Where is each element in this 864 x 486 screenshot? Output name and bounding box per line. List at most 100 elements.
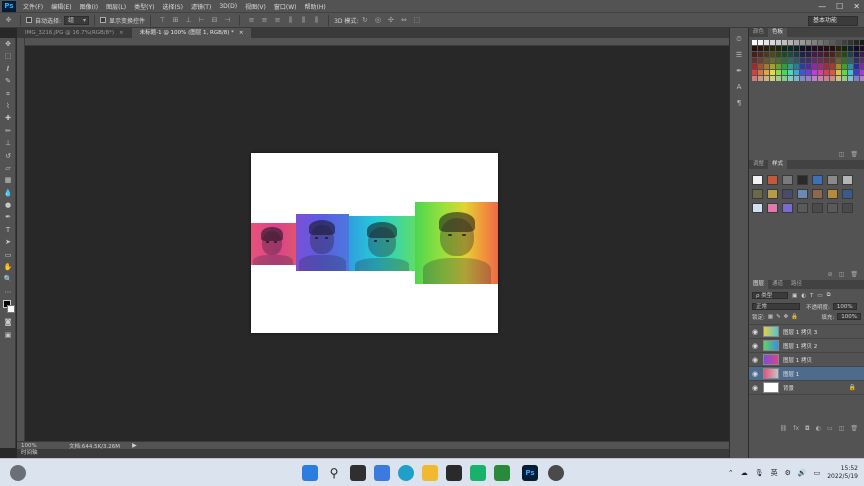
layer-row[interactable]: ◉ 图层 1 拷贝 3	[749, 325, 864, 339]
swatch[interactable]	[764, 70, 769, 75]
new-group-icon[interactable]: ▭	[827, 425, 833, 432]
swatch[interactable]	[854, 70, 859, 75]
lock-pixels-icon[interactable]: ✎	[776, 314, 781, 320]
swatch[interactable]	[752, 52, 757, 57]
scale-3d-icon[interactable]: ⬚	[412, 16, 421, 25]
swatch[interactable]	[764, 76, 769, 81]
swatch[interactable]	[782, 64, 787, 69]
swatch[interactable]	[770, 46, 775, 51]
swatch[interactable]	[794, 70, 799, 75]
swatch[interactable]	[854, 64, 859, 69]
swatch[interactable]	[752, 58, 757, 63]
swatch[interactable]	[770, 76, 775, 81]
delete-swatch-icon[interactable]: 🗑	[850, 151, 858, 158]
path-select-tool-icon[interactable]: ➤	[0, 236, 16, 248]
swatch[interactable]	[830, 40, 835, 45]
zoom-level[interactable]: 100%	[21, 443, 61, 449]
delete-style-icon[interactable]: 🗑	[850, 271, 858, 278]
swatch[interactable]	[860, 52, 864, 57]
pan-3d-icon[interactable]: ✣	[386, 16, 395, 25]
crop-tool-icon[interactable]: ⌗	[0, 88, 16, 100]
layer-row[interactable]: ◉ 图层 1 拷贝 2	[749, 339, 864, 353]
swatch[interactable]	[800, 64, 805, 69]
tab-color[interactable]: 颜色	[749, 28, 768, 37]
swatch[interactable]	[758, 70, 763, 75]
swatch[interactable]	[824, 58, 829, 63]
widgets-icon[interactable]	[10, 465, 26, 481]
style-preset[interactable]	[827, 175, 838, 185]
swatch[interactable]	[812, 64, 817, 69]
swatch[interactable]	[788, 58, 793, 63]
layer-row[interactable]: ◉ 图层 1 拷贝	[749, 353, 864, 367]
maximize-button[interactable]: ☐	[836, 2, 843, 11]
swatch[interactable]	[854, 46, 859, 51]
tab-untitled-1[interactable]: 未标题-1 @ 100% (图层 1, RGB/8) * ×	[131, 28, 252, 38]
swatch[interactable]	[752, 40, 757, 45]
menu-item[interactable]: 窗口(W)	[270, 2, 301, 11]
distribute-right-icon[interactable]: ⫼	[312, 16, 321, 25]
document-canvas[interactable]	[251, 153, 498, 333]
style-preset[interactable]	[842, 175, 853, 185]
swatch[interactable]	[848, 40, 853, 45]
swatch[interactable]	[800, 70, 805, 75]
swatch[interactable]	[776, 58, 781, 63]
style-preset[interactable]	[767, 203, 778, 213]
swatch[interactable]	[764, 64, 769, 69]
store-icon[interactable]	[446, 465, 462, 481]
style-preset[interactable]	[812, 203, 823, 213]
filter-smart-icon[interactable]: ⧉	[827, 292, 831, 299]
minimize-button[interactable]: —	[818, 2, 826, 11]
layer-row[interactable]: ◉ 背景 🔒	[749, 381, 864, 395]
swatch[interactable]	[836, 64, 841, 69]
swatch[interactable]	[812, 70, 817, 75]
style-preset[interactable]	[767, 175, 778, 185]
style-preset[interactable]	[842, 189, 853, 199]
chevron-up-icon[interactable]: ⌃	[728, 469, 734, 477]
menu-item[interactable]: 选择(S)	[158, 2, 187, 11]
blur-tool-icon[interactable]: 💧	[0, 187, 16, 199]
align-right-icon[interactable]: ⊣	[223, 16, 232, 25]
zoom-tool-icon[interactable]: 🔍	[0, 273, 16, 285]
swatch[interactable]	[800, 46, 805, 51]
tab-img-3216[interactable]: IMG_3216.JPG @ 16.7%(RGB/8*) ×	[17, 28, 132, 38]
swatch[interactable]	[812, 76, 817, 81]
swatch[interactable]	[830, 46, 835, 51]
style-preset[interactable]	[827, 203, 838, 213]
filter-pixel-icon[interactable]: ▣	[792, 293, 797, 299]
swatch[interactable]	[860, 64, 864, 69]
move-tool-icon[interactable]: ✥	[0, 38, 16, 50]
swatch[interactable]	[776, 64, 781, 69]
swatch[interactable]	[848, 76, 853, 81]
opacity-input[interactable]: 100%	[832, 303, 857, 310]
styles-grid[interactable]	[752, 175, 864, 213]
distribute-left-icon[interactable]: ⫼	[286, 16, 295, 25]
style-preset[interactable]	[782, 189, 793, 199]
swatch[interactable]	[752, 76, 757, 81]
swatch[interactable]	[842, 40, 847, 45]
battery-icon[interactable]: ▭	[814, 469, 821, 477]
swatch[interactable]	[818, 40, 823, 45]
settings-icon[interactable]: ⚙	[785, 469, 791, 477]
menu-item[interactable]: 视图(V)	[241, 2, 270, 11]
tab-swatches[interactable]: 色板	[768, 28, 788, 37]
fill-input[interactable]: 100%	[837, 313, 861, 320]
brush-panel-icon[interactable]: ✒	[733, 66, 745, 76]
rotate-3d-icon[interactable]: ↻	[360, 16, 369, 25]
swatch[interactable]	[776, 40, 781, 45]
app-icon-red[interactable]	[548, 465, 564, 481]
swatch[interactable]	[758, 46, 763, 51]
history-panel-icon[interactable]: ⏲	[733, 34, 745, 44]
visibility-eye-icon[interactable]: ◉	[749, 342, 761, 350]
volume-icon[interactable]: 🔊	[798, 469, 807, 477]
align-vcenter-icon[interactable]: ⊞	[171, 16, 180, 25]
type-tool-icon[interactable]: T	[0, 224, 16, 236]
timeline-panel-tab[interactable]: 时间轴	[17, 449, 729, 458]
swatch[interactable]	[788, 40, 793, 45]
swatch[interactable]	[860, 40, 864, 45]
swatch[interactable]	[782, 76, 787, 81]
hand-tool-icon[interactable]: ✋	[0, 261, 16, 273]
swatch[interactable]	[788, 64, 793, 69]
link-layers-icon[interactable]: ⛓	[780, 425, 788, 432]
swatch[interactable]	[848, 64, 853, 69]
swatches-grid[interactable]	[752, 40, 864, 81]
